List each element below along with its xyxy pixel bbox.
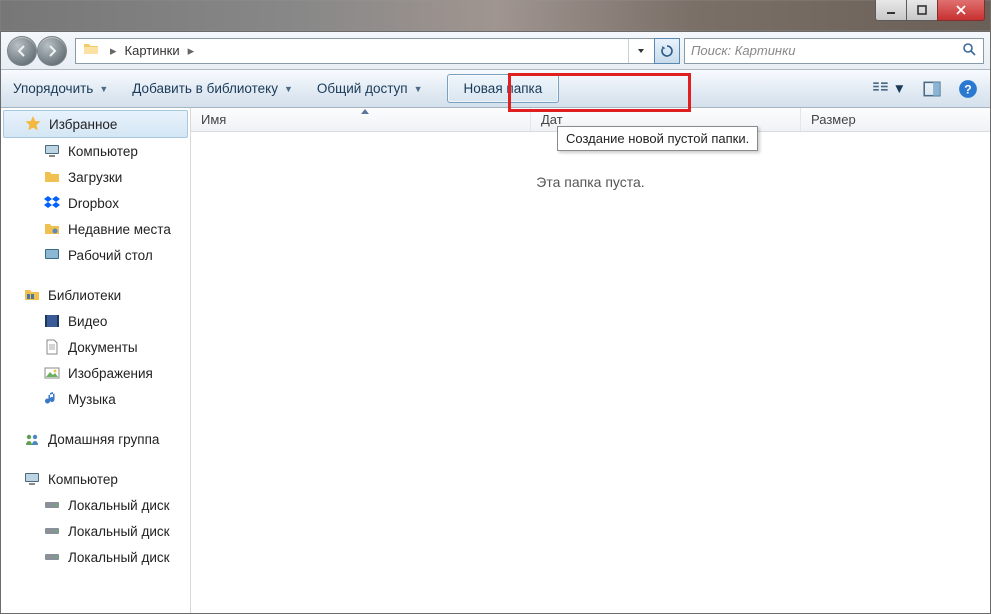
libraries-icon [23,286,41,304]
refresh-button[interactable] [654,38,680,64]
organize-menu[interactable]: Упорядочить▼ [13,81,108,96]
homegroup-icon [23,430,41,448]
add-to-library-menu[interactable]: Добавить в библиотеку▼ [132,81,293,96]
address-dropdown-button[interactable] [628,39,652,63]
address-bar[interactable]: ▸ Картинки ▸ [75,38,680,64]
desktop-icon [43,246,61,264]
sidebar-item-videos[interactable]: Видео [1,308,190,334]
sidebar-item-documents[interactable]: Документы [1,334,190,360]
sidebar-item-computer[interactable]: Компьютер [1,138,190,164]
search-icon[interactable] [962,42,977,60]
sidebar-item-downloads[interactable]: Загрузки [1,164,190,190]
chevron-down-icon: ▼ [893,81,906,96]
sidebar-item-recent-places[interactable]: Недавние места [1,216,190,242]
chevron-right-icon[interactable]: ▸ [188,43,195,59]
chevron-right-icon[interactable]: ▸ [110,43,117,59]
empty-folder-message: Эта папка пуста. [191,174,990,190]
sidebar-item-local-disk[interactable]: Локальный диск [1,492,190,518]
computer-icon [23,470,41,488]
command-bar: Упорядочить▼ Добавить в библиотеку▼ Общи… [1,70,990,108]
close-button[interactable] [937,0,985,21]
dropbox-icon [43,194,61,212]
music-icon [43,390,61,408]
disk-icon [43,548,61,566]
document-icon [43,338,61,356]
back-button[interactable] [7,36,37,66]
new-folder-button[interactable]: Новая папка [447,74,560,103]
maximize-button[interactable] [906,0,938,21]
sort-ascending-icon [361,109,369,114]
chevron-down-icon: ▼ [99,84,108,94]
chevron-down-icon: ▼ [414,84,423,94]
disk-icon [43,522,61,540]
disk-icon [43,496,61,514]
folder-icon [43,168,61,186]
sidebar-item-desktop[interactable]: Рабочий стол [1,242,190,268]
video-icon [43,312,61,330]
search-placeholder: Поиск: Картинки [691,43,795,58]
image-icon [43,364,61,382]
computer-icon [43,142,61,160]
chevron-down-icon: ▼ [284,84,293,94]
sidebar-item-local-disk[interactable]: Локальный диск [1,518,190,544]
svg-text:?: ? [964,82,971,96]
search-input[interactable]: Поиск: Картинки [684,38,984,64]
view-mode-button[interactable]: ▼ [871,79,906,99]
help-button[interactable]: ? [958,79,978,99]
navigation-pane[interactable]: Избранное Компьютер Загрузки Dropbox [1,108,191,613]
folder-icon [43,220,61,238]
sidebar-item-pictures[interactable]: Изображения [1,360,190,386]
star-icon [24,115,42,133]
view-icon [871,79,891,99]
forward-button[interactable] [37,36,67,66]
column-header-name[interactable]: Имя [191,108,531,131]
content-area[interactable]: Имя Дат Размер Эта папка пуста. [191,108,990,613]
sidebar-item-dropbox[interactable]: Dropbox [1,190,190,216]
sidebar-libraries-header[interactable]: Библиотеки [1,282,190,308]
preview-pane-button[interactable] [922,79,942,99]
sidebar-favorites-header[interactable]: Избранное [3,110,188,138]
breadcrumb-item[interactable]: Картинки [121,43,184,58]
sidebar-computer-header[interactable]: Компьютер [1,466,190,492]
folder-icon [82,40,100,61]
minimize-button[interactable] [875,0,907,21]
share-menu[interactable]: Общий доступ▼ [317,81,423,96]
window-controls [876,0,985,22]
explorer-window: ▸ Картинки ▸ Поиск: Картинки [0,0,991,614]
sidebar-homegroup-header[interactable]: Домашняя группа [1,426,190,452]
column-header-size[interactable]: Размер [801,108,990,131]
tooltip: Создание новой пустой папки. [557,126,758,151]
navigation-bar: ▸ Картинки ▸ Поиск: Картинки [1,32,990,70]
sidebar-item-music[interactable]: Музыка [1,386,190,412]
sidebar-item-local-disk[interactable]: Локальный диск [1,544,190,570]
